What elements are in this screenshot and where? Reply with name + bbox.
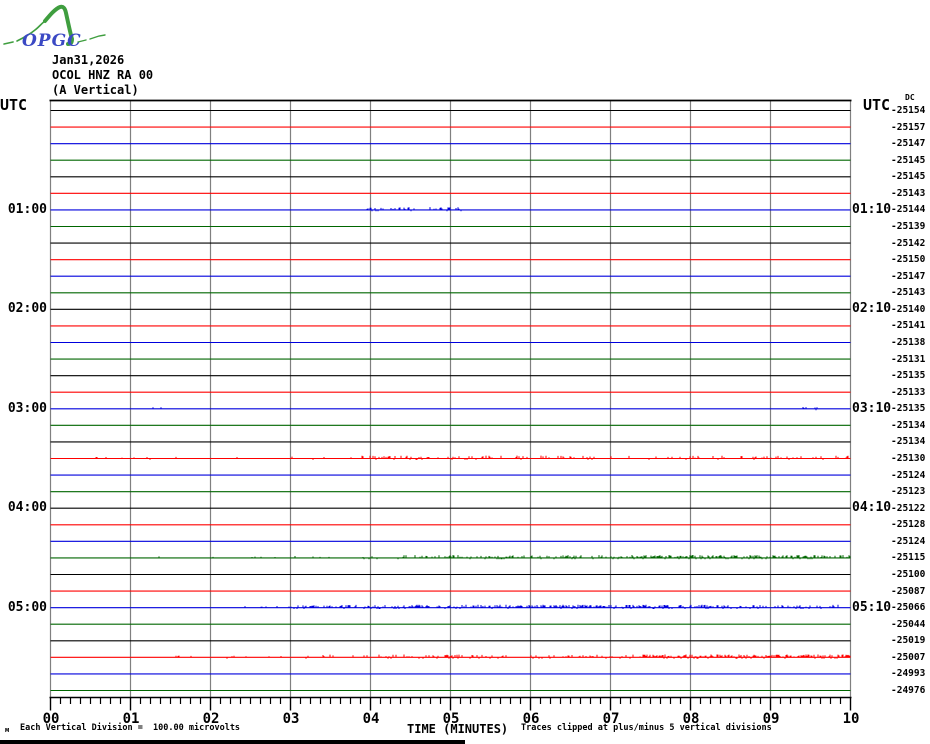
dc-value: -25131 [891, 354, 926, 365]
dc-value: -25142 [891, 238, 926, 249]
x-tick-label: 06 [522, 711, 540, 727]
dc-value: -25128 [891, 519, 926, 530]
dc-value: -25134 [891, 436, 926, 447]
dc-value: -25134 [891, 420, 926, 431]
left-time-label: 05:00 [7, 600, 47, 615]
dc-value: -25140 [891, 304, 926, 315]
dc-value: -25135 [891, 403, 926, 414]
dc-value: -25154 [891, 105, 926, 116]
dc-value: -25007 [891, 652, 926, 663]
dc-value: -25147 [891, 138, 926, 149]
dc-value: -25100 [891, 569, 926, 580]
left-time-label: 03:00 [7, 401, 47, 416]
dc-value: -25124 [891, 536, 926, 547]
dc-value: -25143 [891, 287, 926, 298]
x-tick-label: 08 [682, 711, 700, 727]
left-time-label: 01:00 [7, 202, 47, 217]
x-tick-label: 05 [442, 711, 460, 727]
webicorder-page: OPGC Jan31,2026 OCOL HNZ RA 00 (A Vertic… [0, 0, 930, 744]
left-time-label: 02:00 [7, 301, 47, 316]
dc-value: -25139 [891, 221, 926, 232]
x-tick-label: 00 [42, 711, 60, 727]
x-tick-label: 01 [122, 711, 140, 727]
dc-value: -25144 [891, 204, 926, 215]
dc-value: -25145 [891, 155, 926, 166]
dc-value: -25150 [891, 254, 926, 265]
dc-value: -25138 [891, 337, 926, 348]
left-time-label: 04:00 [7, 500, 47, 515]
dc-value: -25130 [891, 453, 926, 464]
footnote-clip: Traces clipped at plus/minus 5 vertical … [521, 723, 772, 733]
x-tick-label: 03 [282, 711, 300, 727]
dc-value: -25087 [891, 586, 926, 597]
x-tick-label: 09 [762, 711, 780, 727]
dc-value: -25143 [891, 188, 926, 199]
dc-value: -25044 [891, 619, 926, 630]
corner-mark: м [5, 726, 10, 734]
dc-value: -25157 [891, 122, 926, 133]
dc-value: -25066 [891, 602, 926, 613]
x-tick-label: 07 [602, 711, 620, 727]
seismogram-plot [49, 99, 852, 711]
dc-value: -25019 [891, 635, 926, 646]
dc-value: -25147 [891, 271, 926, 282]
x-tick-label: 10 [842, 711, 860, 727]
dc-value: -24993 [891, 668, 926, 679]
dc-value: -25124 [891, 470, 926, 481]
dc-value: -25135 [891, 370, 926, 381]
dc-value: -25133 [891, 387, 926, 398]
dc-value: -25145 [891, 171, 926, 182]
x-tick-label: 02 [202, 711, 220, 727]
dc-value: -25115 [891, 552, 926, 563]
x-tick-label: 04 [362, 711, 380, 727]
bottom-border-bar [0, 740, 465, 744]
dc-value: -25141 [891, 320, 926, 331]
dc-value: -24976 [891, 685, 926, 696]
dc-value: -25123 [891, 486, 926, 497]
dc-value: -25122 [891, 503, 926, 514]
